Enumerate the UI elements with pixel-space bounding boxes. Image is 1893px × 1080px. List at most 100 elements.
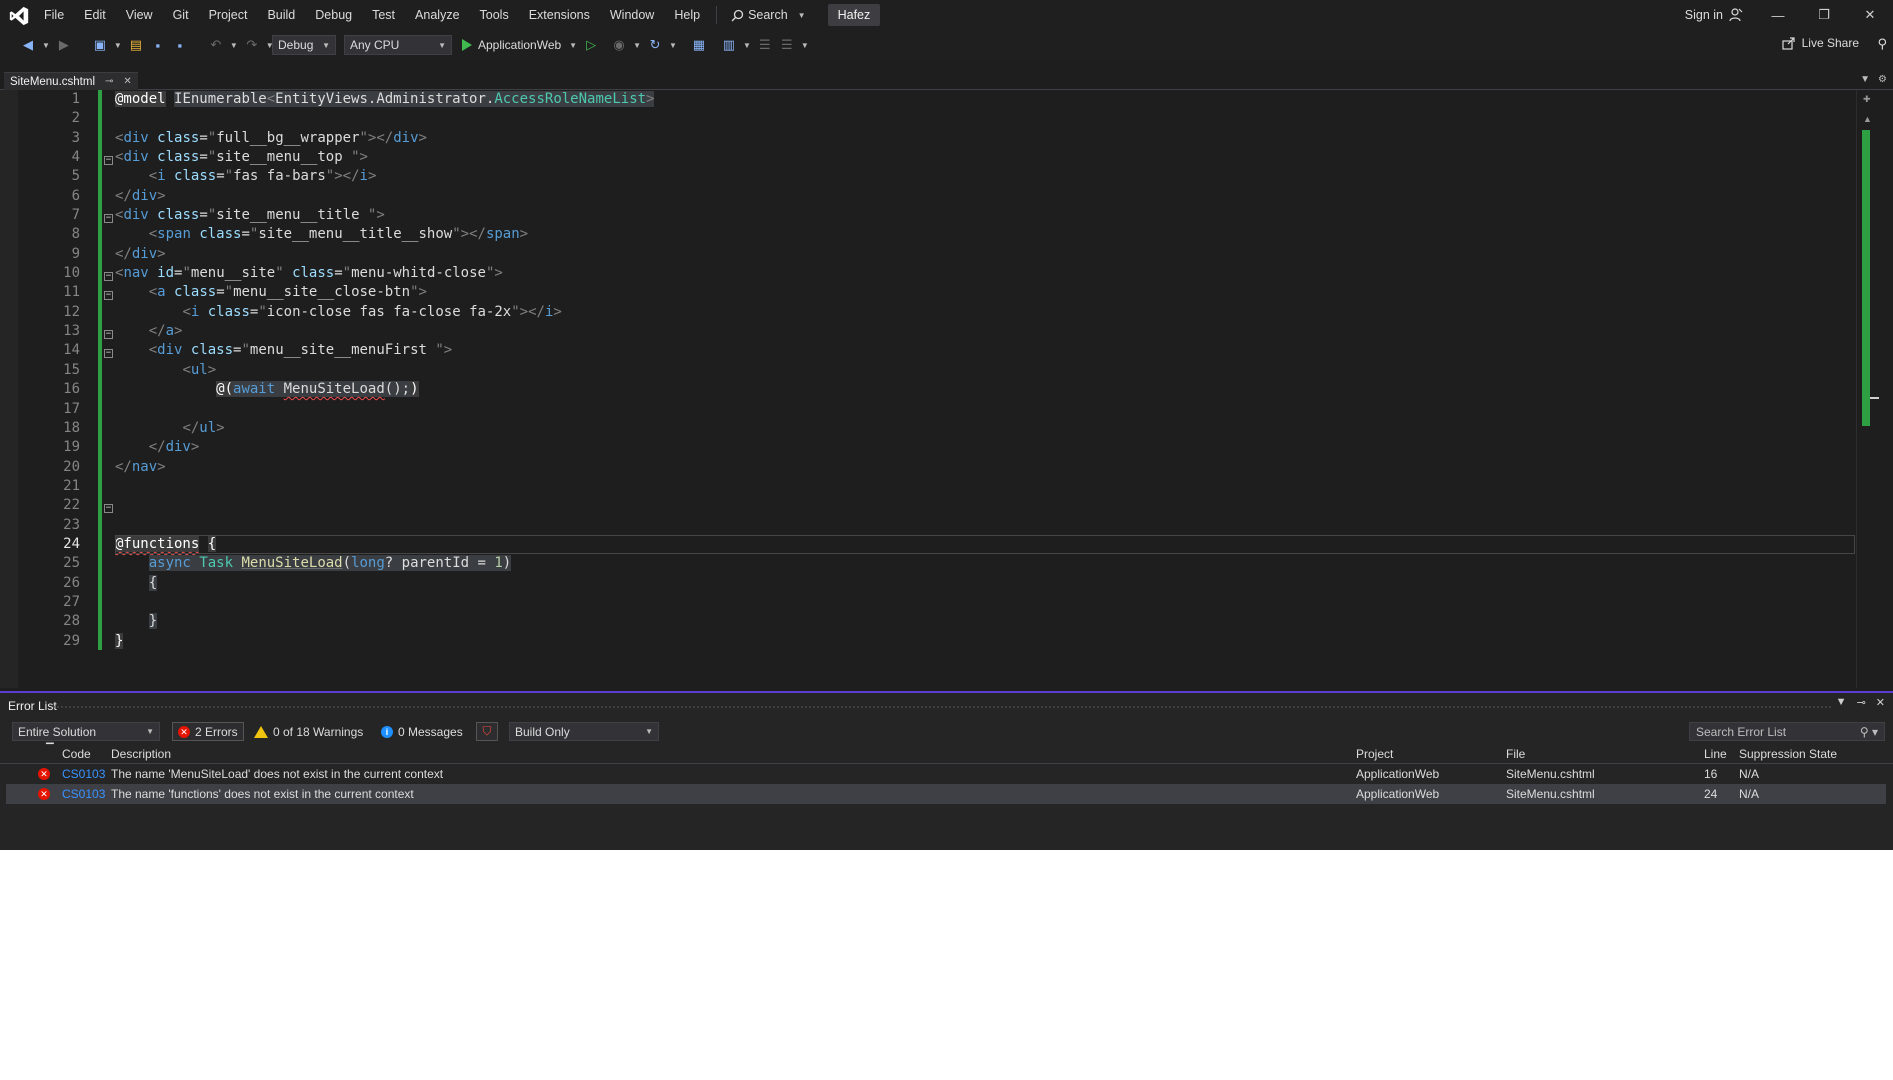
code-line: </a>: [148, 323, 183, 340]
error-code[interactable]: CS0103: [62, 764, 105, 784]
code-text-area[interactable]: @model IEnumerable<EntityViews.Administr…: [115, 90, 1855, 651]
menu-project[interactable]: Project: [199, 0, 258, 30]
line-number: 10: [63, 265, 80, 282]
comment-icon[interactable]: ☰: [757, 37, 773, 53]
minimize-button[interactable]: —: [1755, 0, 1801, 30]
scope-select[interactable]: Entire Solution ▼: [12, 722, 160, 741]
undo-icon[interactable]: ↶: [208, 37, 224, 53]
close-window-button[interactable]: ✕: [1847, 0, 1893, 30]
collapse-icon[interactable]: −: [104, 504, 113, 513]
hot-reload-icon[interactable]: ↻: [647, 37, 663, 53]
window-position-icon[interactable]: ▼: [1836, 696, 1847, 709]
scrollbar-thumb[interactable]: [1862, 130, 1870, 426]
chevron-down-icon: ▼: [569, 40, 578, 50]
line-number: 2: [71, 110, 80, 127]
collapse-icon[interactable]: −: [104, 330, 113, 339]
chevron-down-icon[interactable]: ▼: [633, 41, 641, 50]
search-menu[interactable]: Search ▼: [723, 8, 814, 22]
window-controls: — ❐ ✕: [1755, 0, 1893, 30]
menu-test[interactable]: Test: [362, 0, 405, 30]
gear-icon[interactable]: ⚙: [1878, 74, 1887, 85]
live-share-button[interactable]: Live Share: [1782, 36, 1859, 50]
navigate-back-icon[interactable]: ◀: [20, 37, 36, 53]
warnings-filter-button[interactable]: 0 of 18 Warnings: [249, 722, 368, 741]
chevron-down-icon: ▼: [797, 10, 806, 20]
attach-icon[interactable]: ◉: [611, 37, 627, 53]
errors-filter-button[interactable]: ✕ 2 Errors: [172, 722, 244, 741]
close-icon[interactable]: ✕: [1876, 696, 1885, 709]
split-window-icon[interactable]: ✚: [1863, 94, 1871, 105]
error-list-search-input[interactable]: Search Error List ⚲ ▾: [1689, 722, 1885, 741]
column-code[interactable]: Code: [62, 745, 91, 763]
solution-platform-select[interactable]: Any CPU ▼: [344, 35, 452, 55]
chevron-down-icon[interactable]: ▼: [669, 41, 677, 50]
uncomment-icon[interactable]: ☰: [779, 37, 795, 53]
error-code[interactable]: CS0103: [62, 784, 105, 804]
menu-git[interactable]: Git: [163, 0, 199, 30]
line-number: 5: [71, 168, 80, 185]
column-project[interactable]: Project: [1356, 745, 1393, 763]
save-all-icon[interactable]: ▪: [172, 37, 188, 53]
collapse-icon[interactable]: −: [104, 349, 113, 358]
collapse-icon[interactable]: −: [104, 214, 113, 223]
menu-help[interactable]: Help: [664, 0, 710, 30]
column-file[interactable]: File: [1506, 745, 1525, 763]
close-icon[interactable]: ✕: [123, 76, 131, 87]
tab-sitemenu-cshtml[interactable]: SiteMenu.cshtml ⊸ ✕: [4, 72, 138, 90]
search-icon: ⚲ ▾: [1859, 724, 1878, 739]
menu-window[interactable]: Window: [600, 0, 664, 30]
save-icon[interactable]: ▪: [150, 37, 166, 53]
error-row[interactable]: ✕ CS0103 The name 'functions' does not e…: [6, 784, 1886, 804]
menu-file[interactable]: File: [34, 0, 74, 30]
collapse-icon[interactable]: −: [104, 291, 113, 300]
solution-name-badge[interactable]: Hafez: [827, 4, 881, 26]
code-editor[interactable]: 1 2 3 4 5 6 7 8 9 10 11 12 13 14 15 16 1…: [0, 90, 1893, 688]
error-row[interactable]: ✕ CS0103 The name 'MenuSiteLoad' does no…: [6, 764, 1886, 784]
start-without-debugging-icon[interactable]: ▷: [583, 37, 599, 53]
solution-platform-value: Any CPU: [350, 38, 400, 52]
toolbar-overflow-icon[interactable]: ▼: [801, 41, 809, 50]
sort-icon[interactable]: ▔: [46, 741, 54, 759]
messages-filter-button[interactable]: i 0 Messages: [376, 722, 468, 741]
build-filter-select[interactable]: Build Only ▼: [509, 722, 659, 741]
collapse-icon[interactable]: −: [104, 272, 113, 281]
filter-button[interactable]: ⛉: [476, 722, 498, 741]
menu-tools[interactable]: Tools: [470, 0, 519, 30]
restore-button[interactable]: ❐: [1801, 0, 1847, 30]
menu-view[interactable]: View: [116, 0, 163, 30]
redo-icon[interactable]: ↷: [244, 37, 260, 53]
feedback-icon[interactable]: ⚲: [1877, 36, 1887, 52]
column-description[interactable]: Description: [111, 745, 171, 763]
navigate-forward-icon[interactable]: ▶: [56, 37, 72, 53]
column-suppression-state[interactable]: Suppression State: [1739, 745, 1837, 763]
open-file-icon[interactable]: ▤: [128, 37, 144, 53]
collapse-icon[interactable]: −: [104, 156, 113, 165]
menu-build[interactable]: Build: [257, 0, 305, 30]
new-project-icon[interactable]: ▣: [92, 37, 108, 53]
sign-in-button[interactable]: Sign in: [1685, 0, 1743, 30]
menu-extensions[interactable]: Extensions: [519, 0, 600, 30]
code-line: <i class="icon-close fas fa-close fa-2x"…: [182, 303, 562, 320]
column-line[interactable]: Line: [1704, 745, 1727, 763]
browser-link-icon[interactable]: ▦: [691, 37, 707, 53]
panel-grip[interactable]: [52, 705, 1832, 709]
chevron-down-icon[interactable]: ▼: [230, 41, 238, 50]
menu-debug[interactable]: Debug: [305, 0, 362, 30]
menu-analyze[interactable]: Analyze: [405, 0, 469, 30]
tab-list-dropdown-icon[interactable]: ▼: [1860, 74, 1870, 85]
chevron-down-icon[interactable]: ▼: [743, 41, 751, 50]
layout-icon[interactable]: ▥: [721, 37, 737, 53]
pin-icon[interactable]: ⊸: [105, 76, 113, 87]
start-debugging-button[interactable]: ApplicationWeb ▼: [462, 38, 577, 52]
vertical-scrollbar[interactable]: ✚ ▲: [1856, 90, 1879, 688]
menu-edit[interactable]: Edit: [74, 0, 116, 30]
code-line: @model IEnumerable<EntityViews.Administr…: [115, 91, 655, 107]
chevron-down-icon[interactable]: ▼: [114, 41, 122, 50]
auto-hide-pin-icon[interactable]: ⊸: [1857, 696, 1866, 709]
scroll-up-arrow-icon[interactable]: ▲: [1863, 114, 1872, 124]
standard-toolbar: ◀ ▼ ▶ ▣ ▼ ▤ ▪ ▪ ↶ ▼ ↷ ▼ Debug ▼ Any CPU …: [0, 30, 1893, 60]
solution-configuration-select[interactable]: Debug ▼: [272, 35, 336, 55]
chevron-down-icon[interactable]: ▼: [42, 41, 50, 50]
